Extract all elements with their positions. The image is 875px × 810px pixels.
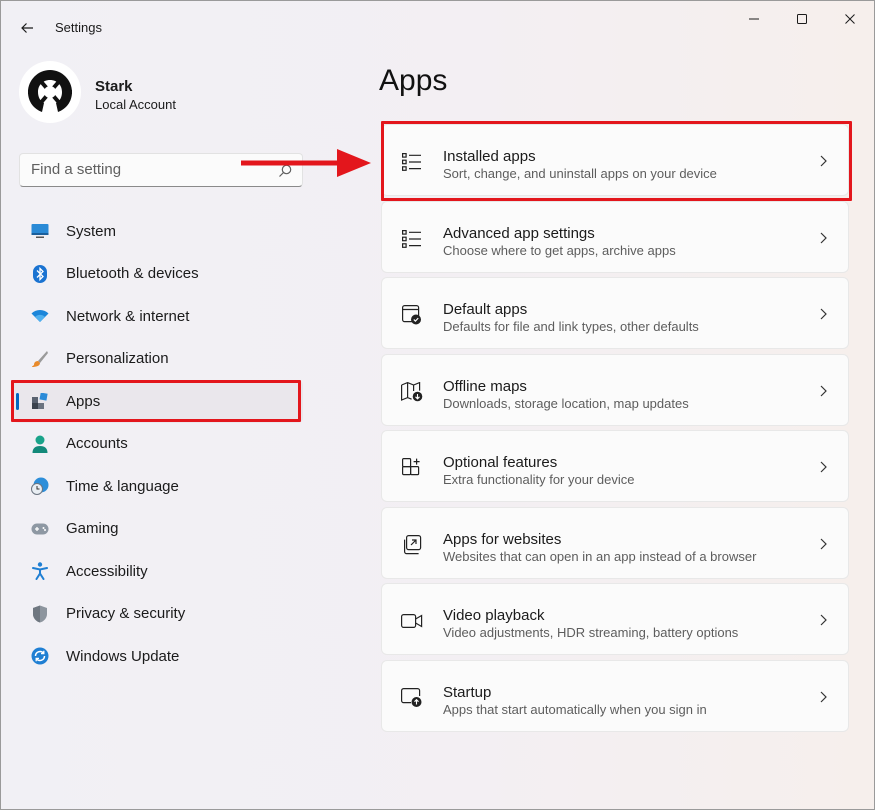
apps-settings-list: Installed apps Sort, change, and uninsta…	[381, 124, 849, 736]
apps-icon	[31, 392, 49, 410]
sidebar-item-label: Privacy & security	[66, 605, 186, 623]
card-installed-apps[interactable]: Installed apps Sort, change, and uninsta…	[381, 124, 849, 196]
app-title: Settings	[55, 20, 102, 35]
sidebar-item-label: Apps	[66, 392, 101, 410]
title-bar: Settings	[1, 1, 874, 55]
sidebar-item-label: Personalization	[66, 350, 169, 368]
card-video-playback[interactable]: Video playback Video adjustments, HDR st…	[381, 583, 849, 655]
offline-maps-icon	[401, 381, 423, 403]
card-default-apps[interactable]: Default apps Defaults for file and link …	[381, 277, 849, 349]
maximize-button[interactable]	[790, 9, 814, 29]
sidebar-item-label: System	[66, 222, 117, 240]
sidebar-item-label: Windows Update	[66, 647, 180, 665]
page-title: Apps	[379, 64, 448, 97]
sidebar-item-system[interactable]: System	[13, 210, 303, 253]
card-description: Websites that can open in an app instead…	[443, 548, 757, 564]
card-description: Extra functionality for your device	[443, 472, 635, 487]
sidebar-item-label: Accessibility	[66, 562, 148, 580]
installed-apps-icon	[401, 151, 423, 173]
sidebar-item-label: Network & internet	[66, 307, 190, 325]
back-arrow-icon	[21, 23, 33, 33]
sidebar-item-time-language[interactable]: Time & language	[13, 465, 303, 508]
card-description: Defaults for file and link types, other …	[443, 319, 699, 334]
sidebar-item-privacy-security[interactable]: Privacy & security	[13, 593, 303, 636]
account-type: Local Account	[95, 97, 176, 112]
startup-icon	[401, 687, 423, 709]
minimize-button[interactable]	[742, 9, 766, 29]
sidebar-item-label: Time & language	[66, 477, 179, 495]
active-indicator	[16, 393, 19, 410]
close-icon	[845, 14, 855, 24]
close-button[interactable]	[838, 9, 862, 29]
card-optional-features[interactable]: Optional features Extra functionality fo…	[381, 430, 849, 502]
sidebar-item-label: Accounts	[66, 435, 128, 453]
apps-for-websites-icon	[401, 534, 423, 556]
user-name: Stark	[95, 78, 133, 95]
sidebar-item-accounts[interactable]: Accounts	[13, 423, 303, 466]
sidebar-item-label: Bluetooth & devices	[66, 265, 199, 283]
card-title: Offline maps	[443, 377, 527, 395]
video-playback-icon	[401, 610, 423, 632]
sidebar-item-label: Gaming	[66, 520, 119, 538]
maximize-icon	[797, 14, 807, 24]
chevron-right-icon	[820, 461, 827, 473]
card-title: Startup	[443, 683, 492, 701]
card-description: Sort, change, and uninstall apps on your…	[443, 166, 717, 181]
sidebar-item-network[interactable]: Network & internet	[13, 295, 303, 338]
card-description: Apps that start automatically when you s…	[443, 701, 707, 717]
minimize-icon	[749, 18, 759, 20]
sidebar-item-windows-update[interactable]: Windows Update	[13, 635, 303, 678]
system-icon	[31, 222, 49, 240]
sidebar-item-personalization[interactable]: Personalization	[13, 338, 303, 381]
chevron-right-icon	[820, 691, 827, 702]
default-apps-icon	[401, 304, 423, 326]
shield-icon	[31, 605, 49, 623]
card-apps-for-websites[interactable]: Apps for websites Websites that can open…	[381, 506, 849, 579]
search-input[interactable]	[31, 161, 261, 178]
sidebar-item-bluetooth[interactable]: Bluetooth & devices	[13, 253, 303, 296]
bluetooth-icon	[31, 264, 49, 283]
avatar-logo-icon	[21, 63, 79, 121]
update-icon	[31, 647, 49, 665]
gamepad-icon	[31, 520, 49, 538]
card-title: Default apps	[443, 301, 528, 318]
chevron-right-icon	[820, 155, 827, 167]
card-description: Choose where to get apps, archive apps	[443, 242, 676, 258]
sidebar-item-gaming[interactable]: Gaming	[13, 508, 303, 551]
sidebar-nav: System Bluetooth & devices Network & int…	[13, 210, 303, 678]
card-title: Optional features	[443, 454, 558, 471]
chevron-right-icon	[820, 538, 827, 549]
card-description: Downloads, storage location, map updates	[443, 395, 689, 411]
avatar[interactable]	[19, 61, 81, 123]
back-button[interactable]	[17, 18, 37, 38]
card-description: Video adjustments, HDR streaming, batter…	[443, 625, 739, 640]
card-title: Apps for websites	[443, 530, 562, 548]
settings-window: Settings Stark Local Account Find a sett…	[0, 0, 875, 810]
card-title: Advanced app settings	[443, 224, 595, 242]
time-language-icon	[31, 477, 49, 496]
chevron-right-icon	[820, 614, 827, 626]
sidebar-item-accessibility[interactable]: Accessibility	[13, 550, 303, 593]
accessibility-icon	[31, 562, 49, 581]
wifi-icon	[31, 307, 49, 325]
brush-icon	[31, 350, 49, 368]
accounts-icon	[31, 435, 49, 453]
card-title: Installed apps	[443, 148, 536, 165]
annotation-arrow-icon	[241, 149, 371, 177]
card-startup[interactable]: Startup Apps that start automatically wh…	[381, 659, 849, 732]
card-offline-maps[interactable]: Offline maps Downloads, storage location…	[381, 353, 849, 426]
optional-features-icon	[401, 457, 423, 479]
chevron-right-icon	[820, 308, 827, 320]
advanced-app-settings-icon	[401, 228, 423, 250]
chevron-right-icon	[820, 232, 827, 243]
chevron-right-icon	[820, 385, 827, 396]
card-title: Video playback	[443, 607, 545, 624]
card-advanced-app-settings[interactable]: Advanced app settings Choose where to ge…	[381, 200, 849, 273]
sidebar-item-apps[interactable]: Apps	[13, 380, 303, 423]
